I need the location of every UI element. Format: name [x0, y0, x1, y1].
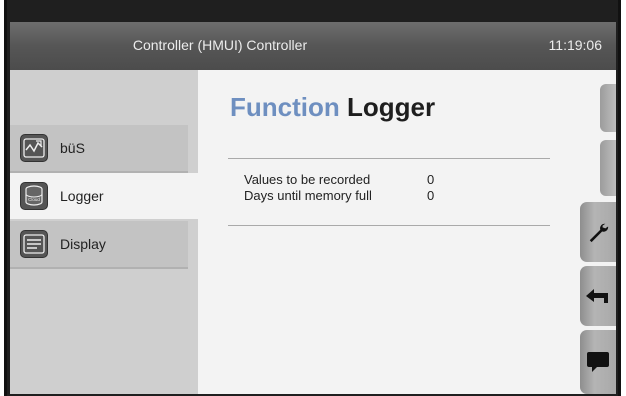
window-title: Controller (HMUI) Controller	[132, 37, 308, 53]
info-label: Days until memory full	[244, 188, 372, 203]
sidebar-item-label: Logger	[60, 188, 104, 204]
sidebar-item-label: büS	[60, 140, 85, 156]
info-value: 0	[427, 172, 435, 187]
title-bar: Controller (HMUI) Controller 11:19:06	[10, 22, 616, 70]
screen: Controller (HMUI) Controller 11:19:06 bü…	[10, 22, 616, 394]
sidebar-divider	[10, 267, 188, 269]
info-row-days: Days until memory full 0	[244, 188, 434, 203]
main-content: Function Logger Values to be recorded 0 D…	[198, 70, 578, 394]
page-title: Function Logger	[230, 92, 436, 122]
sidebar: büS Cloud Logger Display	[10, 70, 198, 394]
svg-text:Cloud: Cloud	[28, 197, 40, 202]
message-button[interactable]	[580, 330, 616, 394]
cloud-database-icon: Cloud	[20, 182, 48, 210]
bus-network-icon	[20, 134, 48, 162]
settings-button[interactable]	[580, 202, 616, 262]
divider	[228, 158, 550, 159]
back-arrow-icon	[586, 287, 610, 305]
info-value: 0	[427, 188, 435, 203]
clock: 11:19:06	[548, 37, 602, 53]
divider	[228, 225, 550, 226]
back-button[interactable]	[580, 266, 616, 326]
wrench-icon	[587, 221, 609, 243]
display-icon	[20, 230, 48, 258]
info-label: Values to be recorded	[244, 172, 371, 187]
message-icon	[586, 351, 610, 373]
scroll-tab-lower[interactable]	[600, 140, 616, 196]
sidebar-item-logger[interactable]: Cloud Logger	[10, 173, 198, 219]
scroll-tab-upper[interactable]	[600, 84, 616, 132]
sidebar-item-bus[interactable]: büS	[10, 125, 188, 171]
sidebar-item-label: Display	[60, 236, 106, 252]
sidebar-item-display[interactable]: Display	[10, 221, 188, 267]
info-row-values: Values to be recorded 0	[244, 172, 434, 187]
